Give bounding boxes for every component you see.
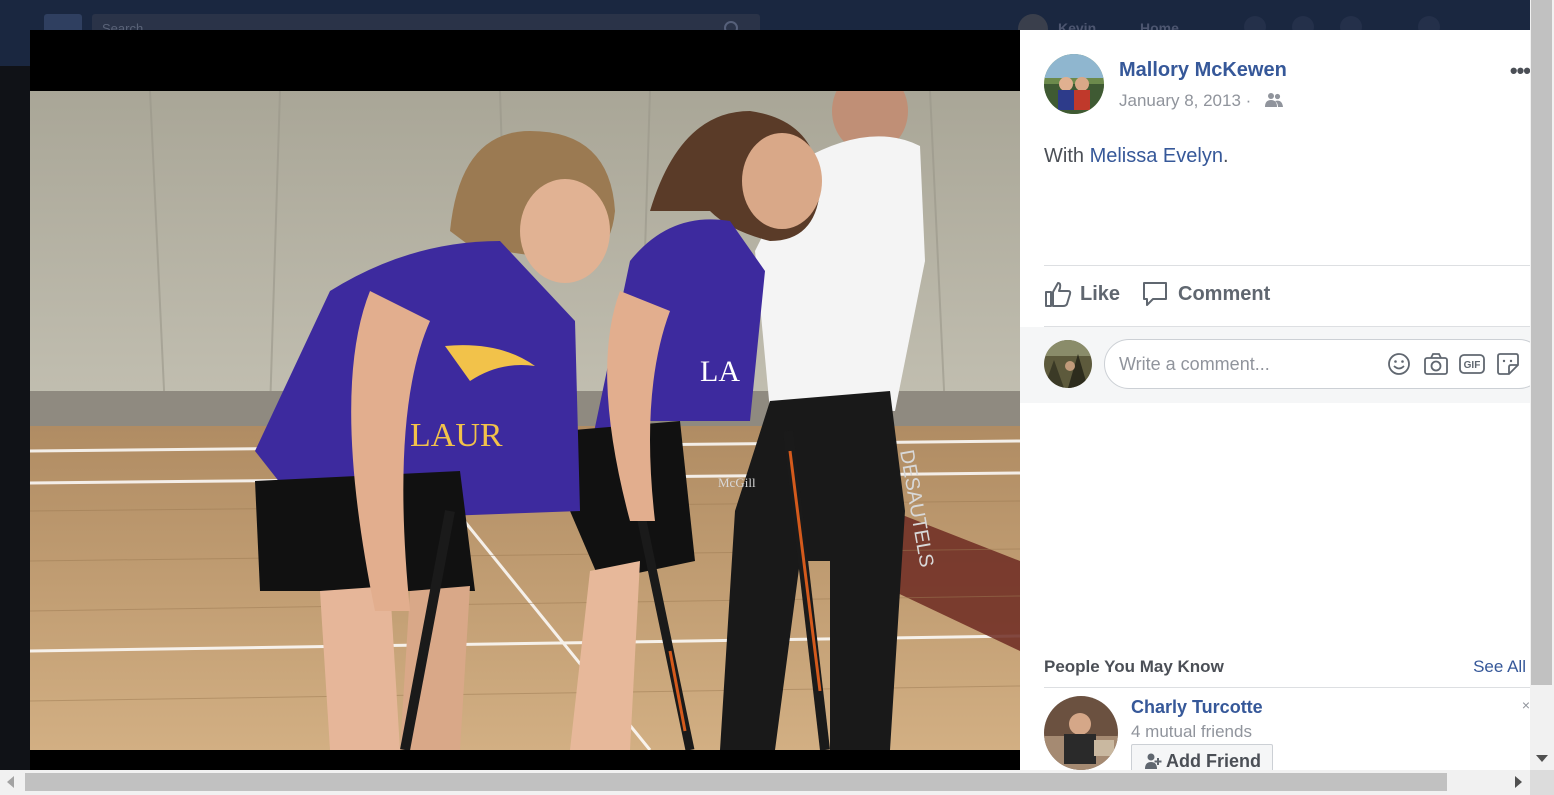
tagged-person-link[interactable]: Melissa Evelyn [1090,145,1223,167]
add-friend-icon [1145,753,1162,769]
sticker-icon[interactable] [1495,352,1521,381]
pymk-divider [1044,687,1530,688]
date-separator: · [1245,91,1252,110]
comment-input[interactable]: Write a comment... GIF [1104,339,1530,389]
horizontal-scrollbar[interactable] [0,770,1530,795]
photo[interactable]: DESAUTELS McGill LA LAUR [30,91,1020,750]
comment-label: Comment [1178,282,1271,305]
with-prefix: With [1044,145,1084,167]
like-icon [1045,282,1072,307]
current-user-avatar [1044,340,1092,388]
brand-text: McGill [718,475,756,490]
with-suffix: . [1222,145,1229,167]
like-label: Like [1080,282,1121,305]
pymk-title: People You May Know [1044,657,1224,676]
more-options-icon[interactable]: ••• [1510,58,1530,84]
post-date-link[interactable]: January 8, 2013 · [1119,91,1251,111]
author-name-link[interactable]: Mallory McKewen [1119,59,1287,82]
comment-composer: Write a comment... GIF [1020,327,1530,403]
scrollbar-corner [1530,770,1554,795]
comment-button[interactable]: Comment [1141,280,1270,308]
comment-placeholder: Write a comment... [1119,354,1270,374]
horizontal-scrollbar-thumb[interactable] [25,773,1447,791]
suggestion-mutual-friends[interactable]: 4 mutual friends [1131,722,1252,742]
scroll-down-arrow-icon[interactable] [1536,755,1548,762]
scroll-left-arrow-icon[interactable] [7,776,14,788]
vertical-scrollbar[interactable] [1530,0,1554,770]
photo-stage[interactable]: DESAUTELS McGill LA LAUR [30,30,1020,770]
emoji-icon[interactable] [1387,352,1411,381]
friends-icon[interactable] [1265,92,1283,113]
like-button[interactable]: Like [1044,280,1120,308]
jersey-text-left: LAUR [410,417,503,454]
post-date-text: January 8, 2013 [1119,91,1241,110]
add-friend-button[interactable]: Add Friend [1131,744,1273,770]
comment-icon [1143,282,1167,306]
post-details-panel: Mallory McKewen January 8, 2013 · ••• Wi… [1020,30,1530,770]
see-all-link[interactable]: See All [1473,657,1526,677]
camera-icon[interactable] [1423,352,1449,381]
suggestion-name-link[interactable]: Charly Turcotte [1131,697,1263,718]
actions-top-divider [1044,265,1530,266]
suggestion-avatar[interactable] [1044,696,1118,770]
gif-icon-text: GIF [1464,360,1481,371]
tagged-with-text: With Melissa Evelyn. [1044,145,1229,168]
add-friend-label: Add Friend [1166,750,1261,771]
scroll-right-arrow-icon[interactable] [1515,776,1522,788]
jersey-text-right: LA [700,355,740,388]
dismiss-suggestion-icon[interactable]: × [1522,697,1530,713]
vertical-scrollbar-thumb[interactable] [1531,0,1552,685]
author-avatar[interactable] [1044,54,1104,114]
gif-icon[interactable]: GIF [1459,352,1485,381]
